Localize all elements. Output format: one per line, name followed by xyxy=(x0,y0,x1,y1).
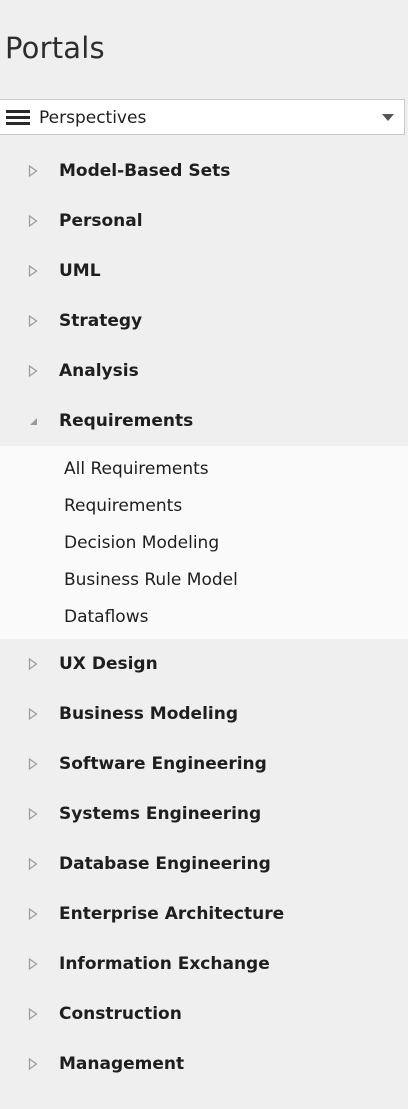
tree-node-label: Software Engineering xyxy=(59,754,267,774)
tree-node-personal[interactable]: Personal xyxy=(0,196,408,246)
tree-node-uml[interactable]: UML xyxy=(0,246,408,296)
collapsed-arrow-icon[interactable] xyxy=(27,164,39,178)
tree-child-business-rule-model[interactable]: Business Rule Model xyxy=(0,561,408,598)
perspectives-tree: Model-Based Sets Personal UML Strategy Analy… xyxy=(0,146,408,1089)
tree-node-model-based-sets[interactable]: Model-Based Sets xyxy=(0,146,408,196)
tree-child-label: Decision Modeling xyxy=(64,533,220,553)
tree-node-database-engineering[interactable]: Database Engineering xyxy=(0,839,408,889)
tree-node-label: Systems Engineering xyxy=(59,804,262,824)
collapsed-arrow-icon[interactable] xyxy=(27,214,39,228)
tree-node-label: Enterprise Architecture xyxy=(59,904,285,924)
tree-node-software-engineering[interactable]: Software Engineering xyxy=(0,739,408,789)
tree-node-label: UML xyxy=(59,261,101,281)
tree-child-label: All Requirements xyxy=(64,459,209,479)
collapsed-arrow-icon[interactable] xyxy=(27,657,39,671)
tree-child-all-requirements[interactable]: All Requirements xyxy=(0,450,408,487)
tree-node-analysis[interactable]: Analysis xyxy=(0,346,408,396)
tree-child-decision-modeling[interactable]: Decision Modeling xyxy=(0,524,408,561)
tree-node-label: Requirements xyxy=(59,411,194,431)
tree-node-management[interactable]: Management xyxy=(0,1039,408,1089)
tree-node-label: Analysis xyxy=(59,361,139,381)
tree-child-requirements[interactable]: Requirements xyxy=(0,487,408,524)
tree-node-systems-engineering[interactable]: Systems Engineering xyxy=(0,789,408,839)
tree-child-label: Requirements xyxy=(64,496,183,516)
chevron-down-icon[interactable] xyxy=(382,114,394,121)
tree-node-children: All Requirements Requirements Decision Mod… xyxy=(0,446,408,639)
tree-node-label: Business Modeling xyxy=(59,704,239,724)
collapsed-arrow-icon[interactable] xyxy=(27,264,39,278)
tree-node-information-exchange[interactable]: Information Exchange xyxy=(0,939,408,989)
tree-node-construction[interactable]: Construction xyxy=(0,989,408,1039)
collapsed-arrow-icon[interactable] xyxy=(27,757,39,771)
portals-panel: Portals Perspectives Model-Based Sets Per… xyxy=(0,0,408,1109)
tree-child-label: Business Rule Model xyxy=(64,570,238,590)
tree-child-dataflows[interactable]: Dataflows xyxy=(0,598,408,635)
tree-node-label: UX Design xyxy=(59,654,158,674)
tree-node-label: Information Exchange xyxy=(59,954,270,974)
collapsed-arrow-icon[interactable] xyxy=(27,957,39,971)
collapsed-arrow-icon[interactable] xyxy=(27,807,39,821)
collapsed-arrow-icon[interactable] xyxy=(27,907,39,921)
tree-node-requirements[interactable]: Requirements xyxy=(0,396,408,446)
tree-node-ux-design[interactable]: UX Design xyxy=(0,639,408,689)
tree-node-label: Strategy xyxy=(59,311,143,331)
tree-node-business-modeling[interactable]: Business Modeling xyxy=(0,689,408,739)
perspectives-dropdown[interactable]: Perspectives xyxy=(0,99,405,135)
tree-node-label: Database Engineering xyxy=(59,854,271,874)
collapsed-arrow-icon[interactable] xyxy=(27,707,39,721)
tree-node-label: Model-Based Sets xyxy=(59,161,231,181)
collapsed-arrow-icon[interactable] xyxy=(27,1007,39,1021)
panel-title: Portals xyxy=(5,31,105,65)
collapsed-arrow-icon[interactable] xyxy=(27,314,39,328)
tree-node-label: Construction xyxy=(59,1004,182,1024)
collapsed-arrow-icon[interactable] xyxy=(27,364,39,378)
tree-node-enterprise-architecture[interactable]: Enterprise Architecture xyxy=(0,889,408,939)
tree-node-label: Management xyxy=(59,1054,185,1074)
tree-node-strategy[interactable]: Strategy xyxy=(0,296,408,346)
tree-child-label: Dataflows xyxy=(64,607,149,627)
collapsed-arrow-icon[interactable] xyxy=(27,857,39,871)
tree-node-label: Personal xyxy=(59,211,143,231)
expanded-arrow-icon[interactable] xyxy=(27,414,39,428)
collapsed-arrow-icon[interactable] xyxy=(27,1057,39,1071)
hamburger-menu-icon xyxy=(6,110,30,126)
dropdown-selected-value: Perspectives xyxy=(39,108,147,128)
